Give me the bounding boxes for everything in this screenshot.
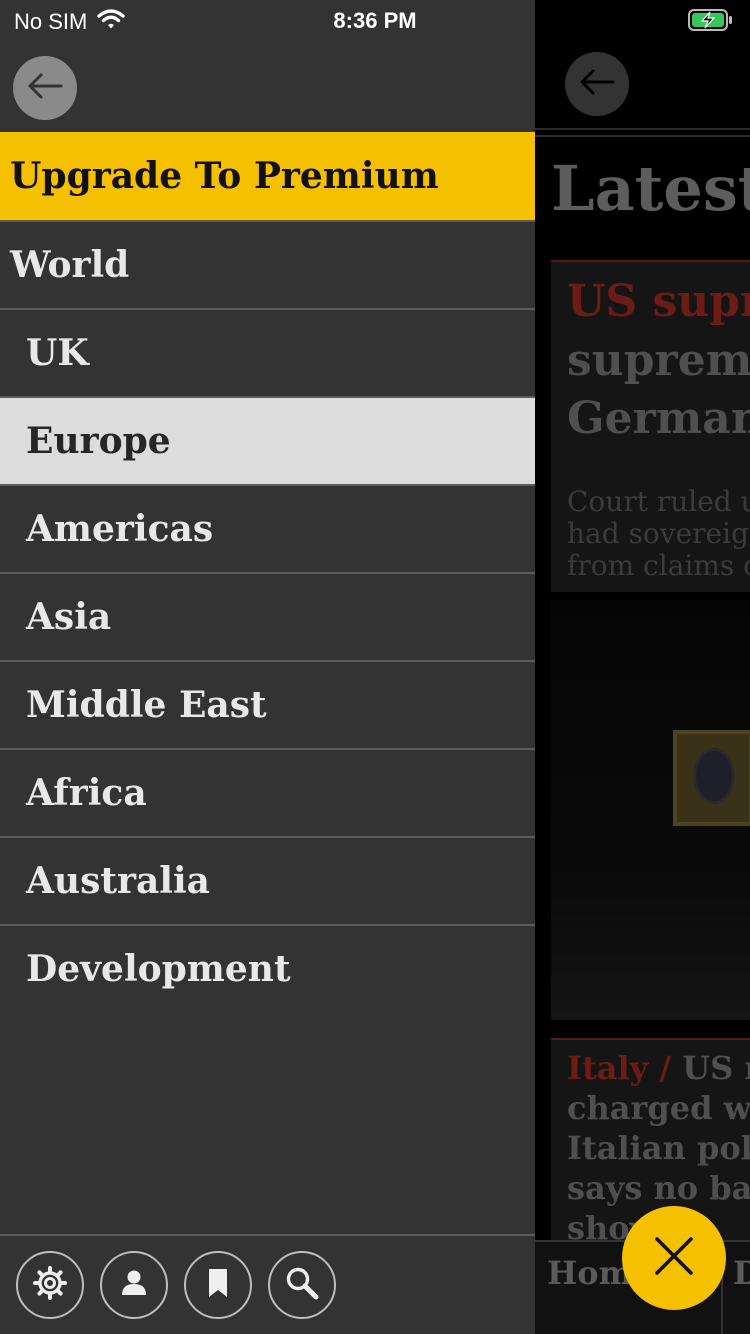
section-heading: Latest r <box>551 152 750 225</box>
article-headline: supreme Germany <box>567 332 750 448</box>
headline-line: Germany <box>567 393 750 444</box>
nav-item-africa[interactable]: Africa <box>0 748 535 836</box>
nav-item-australia[interactable]: Australia <box>0 836 535 924</box>
article-summary: Court ruled ur had sovereign from claims… <box>567 486 750 582</box>
drawer-back-button[interactable] <box>13 56 77 120</box>
nav-item-americas[interactable]: Americas <box>0 484 535 572</box>
nav-item-development[interactable]: Development <box>0 924 535 1012</box>
article-kicker: Italy / <box>567 1049 672 1087</box>
jewel-image <box>673 730 750 826</box>
article-kicker: US supre <box>567 276 750 327</box>
search-button[interactable] <box>268 1251 336 1319</box>
upgrade-premium-button[interactable]: Upgrade To Premium <box>0 132 535 220</box>
nav-item-europe[interactable]: Europe <box>0 396 535 484</box>
article-card[interactable]: US supre supreme Germany Court ruled ur … <box>551 260 750 592</box>
profile-button[interactable] <box>100 1251 168 1319</box>
arrow-left-icon <box>25 71 65 105</box>
profile-icon <box>118 1267 150 1303</box>
divider <box>535 135 750 137</box>
summary-line: Court ruled ur <box>567 485 750 518</box>
bookmark-icon <box>206 1266 230 1304</box>
headline-line: charged with <box>567 1089 750 1127</box>
arrow-left-icon <box>577 67 617 101</box>
search-icon <box>283 1264 321 1306</box>
status-bar: No SIM 8:36 PM <box>0 0 750 40</box>
nav-item-uk[interactable]: UK <box>0 308 535 396</box>
drawer-toolbar <box>0 1234 535 1334</box>
summary-line: had sovereign <box>567 517 750 550</box>
gemstone <box>693 748 735 804</box>
headline-line: Italian police <box>567 1129 750 1167</box>
headline-line: supreme <box>567 335 750 386</box>
settings-button[interactable] <box>16 1251 84 1319</box>
bookmarks-button[interactable] <box>184 1251 252 1319</box>
nav-item-world[interactable]: World <box>0 220 535 308</box>
battery-charging-icon <box>688 8 734 38</box>
main-back-button[interactable] <box>565 52 629 116</box>
summary-line: from claims ov <box>567 549 750 582</box>
status-time: 8:36 PM <box>333 8 417 33</box>
nav-item-middle-east[interactable]: Middle East <box>0 660 535 748</box>
nav-item-asia[interactable]: Asia <box>0 572 535 660</box>
divider <box>535 128 750 130</box>
main-content: Latest r US supre supreme Germany Court … <box>535 0 750 1334</box>
headline-line: US ma <box>682 1049 750 1087</box>
navigation-drawer: Upgrade To Premium World UK Europe Ameri… <box>0 0 535 1334</box>
headline-line: says no badg <box>567 1169 750 1207</box>
settings-icon <box>32 1265 68 1305</box>
section-nav-list: World UK Europe Americas Asia Middle Eas… <box>0 220 535 1012</box>
close-menu-button[interactable] <box>622 1206 726 1310</box>
tab-next[interactable]: D <box>733 1254 750 1292</box>
close-icon <box>652 1234 696 1282</box>
